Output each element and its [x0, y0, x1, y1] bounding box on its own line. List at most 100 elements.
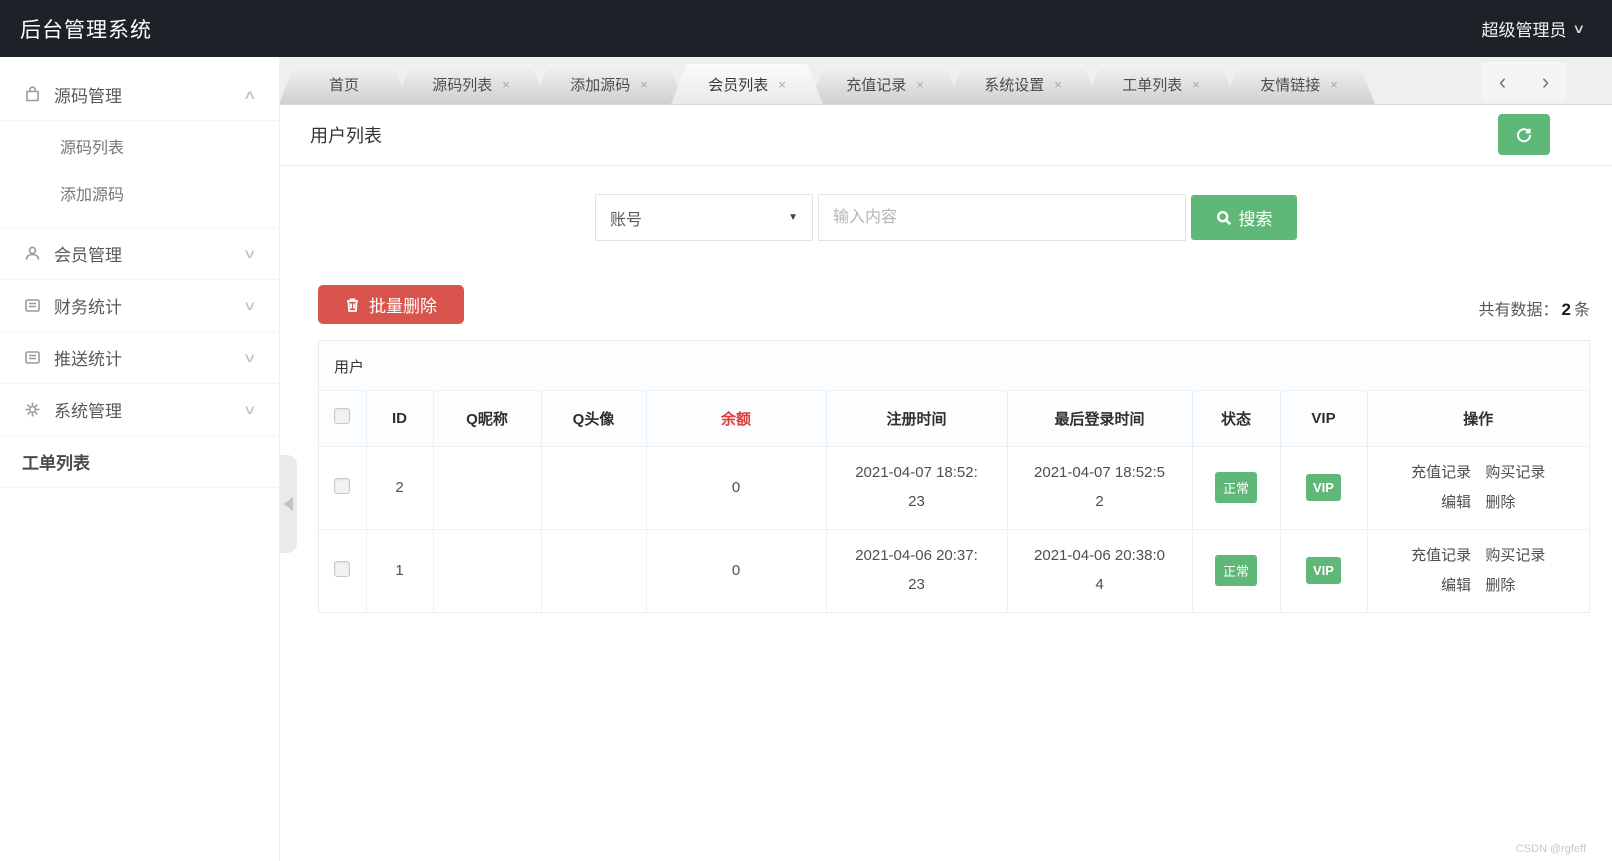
batch-delete-button[interactable]: 批量删除	[318, 285, 464, 324]
tab-home[interactable]: 首页	[280, 64, 409, 104]
status-badge[interactable]: 正常	[1214, 555, 1257, 587]
dropdown-caret-icon: ▼	[788, 212, 798, 223]
row-checkbox[interactable]	[334, 477, 351, 494]
finance-icon	[22, 296, 42, 316]
action-purchase-records[interactable]: 购买记录	[1485, 547, 1545, 564]
tab-source-list[interactable]: 源码列表 ×	[395, 64, 547, 104]
tab-add-source[interactable]: 添加源码 ×	[533, 64, 685, 104]
main-content: 首页 源码列表 × 添加源码 × 会员列表 × 充值记录 × 系统设置 × 工单…	[280, 57, 1612, 861]
cell-qnickname	[433, 528, 542, 612]
sidebar-subitem-source-list[interactable]: 源码列表	[0, 125, 279, 172]
close-icon[interactable]: ×	[1192, 77, 1200, 92]
action-delete[interactable]: 删除	[1485, 494, 1515, 511]
table-toolbar: 批量删除 共有数据： 2 条	[318, 285, 1590, 324]
push-icon	[22, 348, 42, 368]
col-header-last-login: 最后登录时间	[1007, 391, 1193, 446]
trash-icon	[345, 297, 360, 313]
user-menu[interactable]: 超级管理员 ∨	[1481, 16, 1586, 41]
row-actions: 充值记录 购买记录 编辑 删除	[1398, 541, 1558, 601]
close-icon[interactable]: ×	[1330, 77, 1338, 92]
chevron-down-icon: ∨	[243, 245, 258, 261]
table-row: 1 0 2021-04-06 20:37:23 2021-04-06 20:38…	[319, 528, 1589, 612]
cell-last-login: 2021-04-07 18:52:52	[1007, 445, 1193, 529]
app-title: 后台管理系统	[20, 18, 152, 42]
cell-qavatar	[541, 445, 647, 529]
sidebar-item-member-mgmt[interactable]: 会员管理 ∨	[0, 228, 279, 280]
sidebar-item-finance-stats[interactable]: 财务统计 ∨	[0, 280, 279, 332]
cell-balance: 0	[646, 445, 827, 529]
table-caption: 用户	[319, 341, 1589, 391]
sidebar-item-label: 工单列表	[22, 454, 90, 473]
sidebar-item-label: 源码管理	[54, 87, 122, 106]
sidebar-item-source-mgmt[interactable]: 源码管理 ∧	[0, 69, 279, 121]
chevron-down-icon: ∨	[1572, 20, 1586, 36]
user-icon	[22, 244, 42, 264]
refresh-button[interactable]	[1498, 114, 1550, 155]
chevron-down-icon: ∨	[243, 297, 258, 313]
close-icon[interactable]: ×	[1054, 77, 1062, 92]
action-recharge-records[interactable]: 充值记录	[1411, 547, 1471, 564]
cell-register-time: 2021-04-06 20:37:23	[826, 528, 1008, 612]
vip-badge[interactable]: VIP	[1306, 557, 1341, 585]
tab-member-list[interactable]: 会员列表 ×	[671, 64, 823, 104]
action-delete[interactable]: 删除	[1485, 577, 1515, 594]
record-count-value: 2	[1561, 300, 1571, 319]
scroll-right-icon[interactable]: ›	[1542, 70, 1549, 93]
cell-id: 1	[366, 528, 434, 612]
gear-icon	[22, 400, 42, 420]
user-table: ID Q昵称 Q头像 余额 注册时间 最后登录时间 状态 VIP 操作 2 0 …	[319, 391, 1589, 612]
cell-id: 2	[366, 445, 434, 529]
sidebar-item-system-mgmt[interactable]: 系统管理 ∨	[0, 384, 279, 436]
close-icon[interactable]: ×	[640, 77, 648, 92]
record-count: 共有数据： 2 条	[1478, 300, 1591, 319]
tab-recharge-records[interactable]: 充值记录 ×	[809, 64, 961, 104]
col-header-qnickname: Q昵称	[433, 391, 542, 446]
col-header-register-time: 注册时间	[826, 391, 1008, 446]
chevron-down-icon: ∨	[243, 349, 258, 365]
collapse-left-icon	[284, 497, 293, 511]
chevron-up-icon: ∧	[243, 86, 258, 102]
tab-scroll-controls: ‹ ›	[1481, 62, 1567, 101]
tab-bar: 首页 源码列表 × 添加源码 × 会员列表 × 充值记录 × 系统设置 × 工单…	[280, 57, 1612, 105]
bag-icon	[22, 85, 42, 105]
sidebar-item-push-stats[interactable]: 推送统计 ∨	[0, 332, 279, 384]
search-input[interactable]	[818, 194, 1186, 241]
col-header-actions: 操作	[1367, 391, 1589, 446]
tab-friend-links[interactable]: 友情链接 ×	[1223, 64, 1375, 104]
sidebar-item-label: 财务统计	[54, 298, 122, 317]
search-button[interactable]: 搜索	[1191, 195, 1297, 240]
sidebar: 源码管理 ∧ 源码列表 添加源码 会员管理 ∨ 财务统计 ∨ 推送统计 ∨ 系统…	[0, 57, 280, 861]
cell-last-login: 2021-04-06 20:38:04	[1007, 528, 1193, 612]
search-icon	[1216, 210, 1232, 226]
action-purchase-records[interactable]: 购买记录	[1485, 464, 1545, 481]
row-checkbox[interactable]	[334, 560, 351, 577]
select-all-checkbox[interactable]	[334, 408, 351, 425]
action-edit[interactable]: 编辑	[1441, 494, 1471, 511]
status-badge[interactable]: 正常	[1214, 472, 1257, 503]
table-header-row: ID Q昵称 Q头像 余额 注册时间 最后登录时间 状态 VIP 操作	[319, 391, 1589, 446]
sidebar-collapse-handle[interactable]	[280, 455, 297, 553]
row-actions: 充值记录 购买记录 编辑 删除	[1398, 458, 1558, 518]
table-row: 2 0 2021-04-07 18:52:23 2021-04-07 18:52…	[319, 445, 1589, 529]
app-header: 后台管理系统 超级管理员 ∨	[0, 0, 1612, 57]
sidebar-item-label: 系统管理	[54, 402, 122, 421]
tab-system-settings[interactable]: 系统设置 ×	[947, 64, 1099, 104]
vip-badge[interactable]: VIP	[1306, 474, 1341, 501]
scroll-left-icon[interactable]: ‹	[1499, 70, 1506, 93]
sidebar-item-label: 会员管理	[54, 246, 122, 265]
tab-work-orders[interactable]: 工单列表 ×	[1085, 64, 1237, 104]
cell-register-time: 2021-04-07 18:52:23	[826, 445, 1008, 529]
sidebar-item-work-orders[interactable]: 工单列表	[0, 436, 279, 488]
cell-balance: 0	[646, 528, 827, 612]
user-name: 超级管理员	[1481, 21, 1567, 40]
sidebar-item-label: 推送统计	[54, 350, 122, 369]
search-field-select[interactable]: 账号 ▼	[595, 194, 813, 241]
action-recharge-records[interactable]: 充值记录	[1411, 464, 1471, 481]
action-edit[interactable]: 编辑	[1441, 577, 1471, 594]
col-header-balance: 余额	[646, 391, 827, 446]
sidebar-subitem-add-source[interactable]: 添加源码	[0, 172, 279, 219]
chevron-down-icon: ∨	[243, 401, 258, 417]
close-icon[interactable]: ×	[502, 77, 510, 92]
close-icon[interactable]: ×	[778, 77, 786, 92]
close-icon[interactable]: ×	[916, 77, 924, 92]
